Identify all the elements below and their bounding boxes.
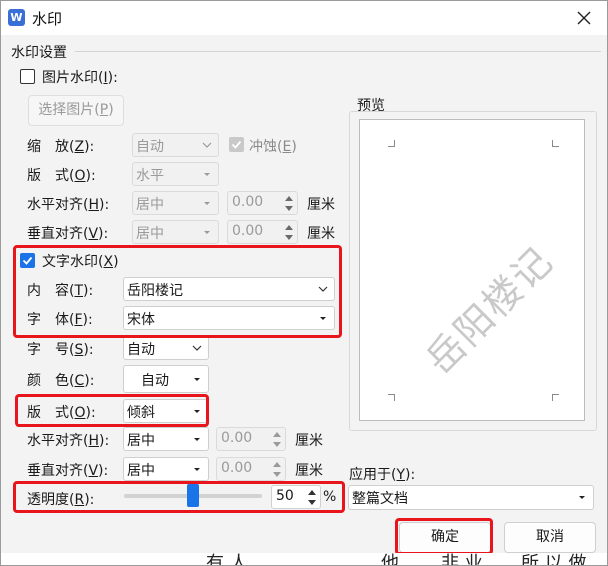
section-divider [75, 51, 601, 52]
text-h-offset-spinner[interactable]: 0.00 [216, 427, 286, 451]
chevron-down-icon [192, 345, 202, 351]
wps-writer-icon: W [8, 9, 25, 26]
caret-down-icon [204, 173, 210, 176]
spin-up-button[interactable] [281, 192, 297, 203]
caret-down-icon [320, 317, 326, 320]
background-text: 所 以 做 [521, 553, 587, 566]
washout-label: 冲蚀(E) [249, 139, 297, 155]
triangle-down-icon [285, 234, 293, 240]
text-v-unit-label: 厘米 [295, 463, 323, 479]
caret-down-icon [579, 496, 585, 499]
triangle-down-icon [273, 471, 281, 477]
text-v-align-select[interactable]: 居中 [123, 457, 209, 481]
close-button[interactable] [569, 4, 599, 32]
spin-up-button[interactable] [269, 458, 285, 469]
margin-corner-mark [388, 394, 395, 401]
margin-corner-mark [552, 140, 559, 147]
chevron-down-icon [202, 142, 212, 148]
caret-down-icon [204, 231, 210, 234]
picture-layout-label: 版 式(O): [27, 168, 96, 184]
margin-corner-mark [552, 394, 559, 401]
chevron-down-icon [318, 286, 328, 292]
text-h-align-select[interactable]: 居中 [123, 427, 209, 451]
dialog-title: 水印 [32, 10, 63, 28]
picture-watermark-checkbox[interactable] [20, 69, 35, 84]
transparency-spinner[interactable]: 50 [271, 485, 321, 509]
triangle-up-icon [273, 461, 281, 467]
spin-down-button[interactable] [281, 232, 297, 243]
ok-button[interactable]: 确定 [399, 522, 491, 553]
spin-down-button[interactable] [269, 469, 285, 480]
caret-down-icon [194, 410, 200, 413]
text-layout-select[interactable]: 倾斜 [123, 399, 209, 423]
triangle-down-icon [273, 441, 281, 447]
size-label: 字 号(S): [27, 342, 94, 358]
apply-to-label: 应用于(Y): [349, 467, 416, 483]
text-h-unit-label: 厘米 [295, 433, 323, 449]
picture-watermark-label: 图片水印(I): [42, 70, 118, 86]
background-text: 非 业 [441, 553, 483, 566]
apply-to-select[interactable]: 整篇文档 [348, 485, 594, 510]
spin-up-button[interactable] [281, 221, 297, 232]
picture-v-align-label: 垂直对齐(V): [27, 226, 109, 242]
percent-label: % [323, 489, 337, 505]
font-select[interactable]: 宋体 [123, 306, 335, 330]
select-picture-button[interactable]: 选择图片(P) [28, 95, 124, 126]
color-label: 颜 色(C): [27, 373, 95, 389]
caret-down-icon [194, 438, 200, 441]
content-label: 内 容(T): [27, 283, 94, 299]
picture-v-unit-label: 厘米 [307, 226, 335, 242]
section-label: 水印设置 [11, 45, 67, 61]
font-label: 字 体(F): [27, 312, 93, 328]
picture-h-unit-label: 厘米 [307, 197, 335, 213]
margin-corner-mark [388, 140, 395, 147]
triangle-up-icon [285, 195, 293, 201]
text-h-align-label: 水平对齐(H): [27, 433, 110, 449]
picture-v-offset-spinner[interactable]: 0.00 [227, 220, 298, 244]
check-icon [231, 140, 242, 149]
picture-v-align-select[interactable]: 居中 [132, 220, 219, 244]
spin-up-button[interactable] [269, 428, 285, 439]
background-text: 有 人 [206, 553, 248, 566]
title-bar: W 水印 [1, 1, 607, 35]
size-select[interactable]: 自动 [123, 336, 209, 360]
washout-checkbox[interactable] [229, 137, 244, 152]
document-background: 有 人 他 非 业 所 以 做 [1, 553, 607, 566]
picture-layout-select[interactable]: 水平 [132, 162, 219, 186]
triangle-up-icon [308, 489, 316, 495]
triangle-up-icon [285, 224, 293, 230]
spin-down-button[interactable] [269, 439, 285, 450]
text-watermark-label: 文字水印(X) [42, 254, 119, 270]
cancel-button[interactable]: 取消 [504, 522, 596, 553]
picture-h-align-label: 水平对齐(H): [27, 197, 110, 213]
close-icon [577, 11, 591, 25]
triangle-down-icon [308, 499, 316, 505]
content-select[interactable]: 岳阳楼记 [123, 277, 335, 301]
scale-select[interactable]: 自动 [132, 133, 219, 157]
spin-down-button[interactable] [281, 203, 297, 214]
transparency-slider-thumb[interactable] [187, 484, 199, 507]
spin-up-button[interactable] [304, 486, 320, 497]
caret-down-icon [194, 378, 200, 381]
watermark-dialog: W 水印 水印设置 图片水印(I): 选择图片(P) 缩 放(Z): 自动 冲蚀… [0, 0, 608, 566]
transparency-label: 透明度(R): [27, 492, 95, 508]
caret-down-icon [194, 468, 200, 471]
spin-down-button[interactable] [304, 497, 320, 508]
scale-label: 缩 放(Z): [27, 139, 95, 155]
text-layout-label: 版 式(O): [27, 405, 96, 421]
caret-down-icon [204, 202, 210, 205]
triangle-down-icon [285, 205, 293, 211]
text-v-offset-spinner[interactable]: 0.00 [216, 457, 286, 481]
background-text: 他 [381, 553, 399, 566]
picture-h-offset-spinner[interactable]: 0.00 [227, 191, 298, 215]
color-picker[interactable]: 自动 [123, 365, 209, 393]
text-watermark-checkbox[interactable] [20, 253, 35, 268]
picture-h-align-select[interactable]: 居中 [132, 191, 219, 215]
triangle-up-icon [273, 431, 281, 437]
check-icon [22, 256, 33, 265]
text-v-align-label: 垂直对齐(V): [27, 463, 109, 479]
